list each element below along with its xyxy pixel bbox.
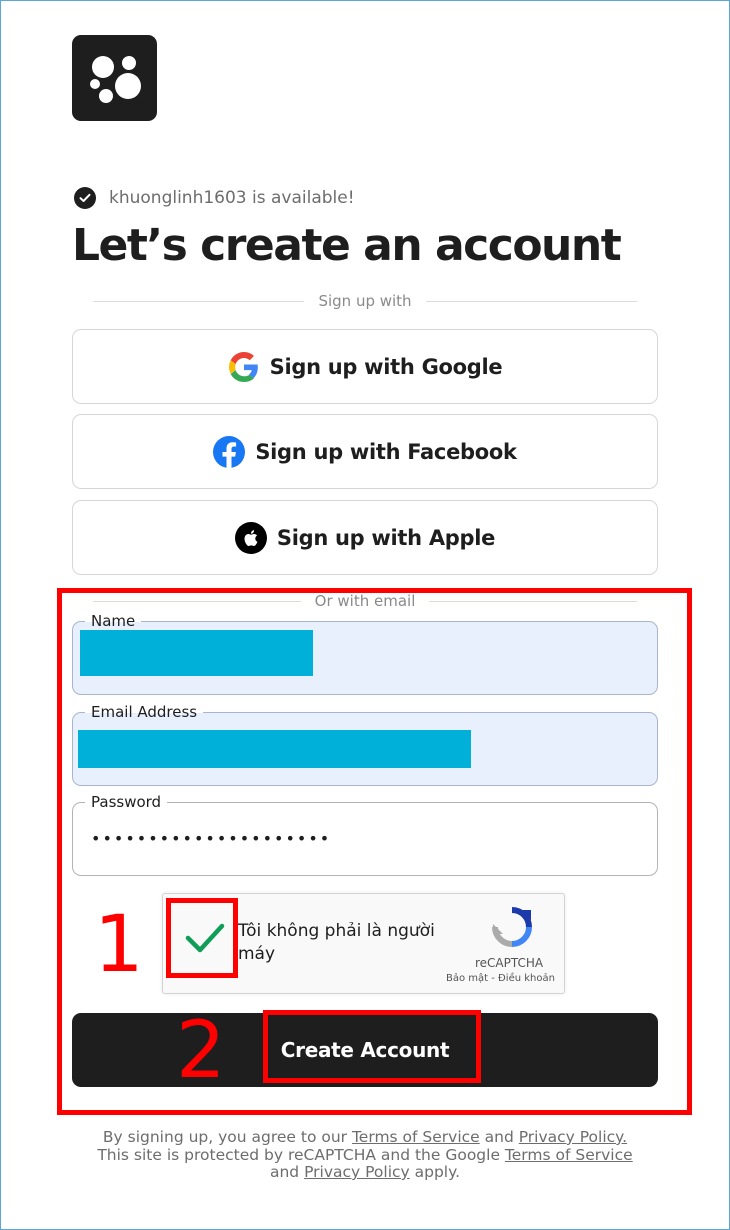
availability-text: khuonglinh1603 is available!	[109, 188, 355, 208]
legal-text: apply.	[409, 1163, 461, 1181]
legal-notice: By signing up, you agree to our Terms of…	[72, 1128, 658, 1182]
annotation-number-2: 2	[176, 1006, 226, 1096]
username-availability: khuonglinh1603 is available!	[74, 186, 355, 210]
signup-divider: Sign up with	[93, 291, 638, 311]
facebook-icon	[213, 435, 246, 468]
facebook-signup-label: Sign up with Facebook	[255, 439, 517, 464]
terms-link[interactable]: Terms of Service	[352, 1128, 480, 1146]
facebook-signup-button[interactable]: Sign up with Facebook	[72, 414, 658, 489]
legal-text: This site is protected by reCAPTCHA and …	[97, 1145, 505, 1164]
legal-text: and	[479, 1128, 519, 1146]
annotation-button-highlight	[263, 1010, 481, 1083]
apple-icon	[234, 521, 267, 554]
annotation-number-1: 1	[94, 900, 144, 990]
logo-dots-icon	[90, 56, 141, 103]
apple-signup-button[interactable]: Sign up with Apple	[72, 500, 658, 575]
google-terms-link[interactable]: Terms of Service	[505, 1146, 633, 1164]
legal-text: By signing up, you agree to our	[102, 1128, 352, 1146]
privacy-link[interactable]: Privacy Policy.	[519, 1128, 627, 1146]
google-privacy-link[interactable]: Privacy Policy	[304, 1163, 410, 1181]
check-circle-icon	[74, 187, 96, 209]
legal-text: and	[269, 1163, 305, 1181]
annotation-checkbox-highlight	[166, 898, 238, 978]
signup-divider-label: Sign up with	[318, 292, 412, 310]
apple-signup-label: Sign up with Apple	[276, 525, 496, 550]
page-title: Let’s create an account	[72, 220, 622, 271]
google-icon	[228, 351, 260, 383]
app-logo[interactable]	[72, 35, 157, 121]
google-signup-label: Sign up with Google	[269, 354, 503, 379]
google-signup-button[interactable]: Sign up with Google	[72, 329, 658, 404]
